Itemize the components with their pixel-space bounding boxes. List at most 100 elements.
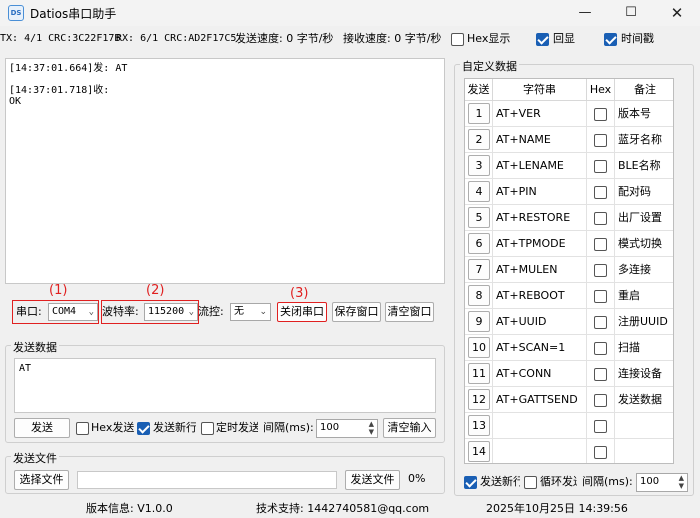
note-cell[interactable]: 重启 (615, 283, 673, 309)
table-row: 3 AT+LENAME BLE名称 (465, 153, 673, 179)
flow-select[interactable]: 无 ⌄ (230, 303, 271, 321)
note-cell[interactable] (615, 413, 673, 439)
minimize-icon[interactable]: — (562, 0, 608, 26)
table-row: 8 AT+REBOOT 重启 (465, 283, 673, 309)
custom-newline-checkbox[interactable] (464, 475, 477, 489)
row-send-button[interactable]: 10 (468, 337, 490, 358)
note-cell[interactable]: 配对码 (615, 179, 673, 205)
custom-interval-label: 间隔(ms): (582, 475, 633, 488)
row-hex-checkbox[interactable] (594, 211, 607, 225)
send-cell: 8 (465, 283, 493, 309)
command-cell[interactable]: AT+CONN (493, 361, 587, 387)
command-cell[interactable]: AT+MULEN (493, 257, 587, 283)
row-hex-checkbox[interactable] (594, 159, 607, 173)
row-send-button[interactable]: 6 (468, 233, 490, 254)
save-window-button[interactable]: 保存窗口 (332, 302, 381, 322)
echo-checkbox[interactable] (536, 32, 549, 46)
command-cell[interactable]: AT+PIN (493, 179, 587, 205)
send-newline-checkbox[interactable] (137, 421, 150, 435)
hex-display-checkbox[interactable] (451, 32, 464, 46)
note-cell[interactable]: 注册UUID (615, 309, 673, 335)
row-send-button[interactable]: 13 (468, 415, 490, 436)
maximize-icon[interactable]: ☐ (608, 0, 654, 26)
table-row: 5 AT+RESTORE 出厂设置 (465, 205, 673, 231)
note-cell[interactable]: 蓝牙名称 (615, 127, 673, 153)
custom-newline-label: 发送新行 (480, 475, 520, 488)
note-cell[interactable]: 版本号 (615, 101, 673, 127)
port-select[interactable]: COM4 ⌄ (48, 303, 98, 321)
note-cell[interactable] (615, 439, 673, 463)
send-file-button[interactable]: 发送文件 (345, 470, 400, 490)
command-cell[interactable] (493, 413, 587, 439)
row-send-button[interactable]: 14 (468, 441, 490, 462)
row-send-button[interactable]: 8 (468, 285, 490, 306)
row-hex-checkbox[interactable] (594, 185, 607, 199)
table-row: 4 AT+PIN 配对码 (465, 179, 673, 205)
clear-input-button[interactable]: 清空输入 (383, 418, 436, 438)
command-cell[interactable]: AT+TPMODE (493, 231, 587, 257)
command-cell[interactable]: AT+RESTORE (493, 205, 587, 231)
row-send-button[interactable]: 2 (468, 129, 490, 150)
row-hex-checkbox[interactable] (594, 107, 607, 121)
note-cell[interactable]: 发送数据 (615, 387, 673, 413)
header-string: 字符串 (493, 79, 587, 101)
send-cell: 7 (465, 257, 493, 283)
command-cell[interactable]: AT+GATTSEND (493, 387, 587, 413)
send-cell: 14 (465, 439, 493, 463)
loop-send-label: 循环发送 (540, 475, 577, 488)
clear-window-button[interactable]: 清空窗口 (385, 302, 434, 322)
receive-textarea[interactable]: [14:37:01.664]发: AT [14:37:01.718]收: OK (5, 58, 445, 284)
row-hex-checkbox[interactable] (594, 393, 607, 407)
row-hex-checkbox[interactable] (594, 133, 607, 147)
command-cell[interactable]: AT+NAME (493, 127, 587, 153)
timed-send-checkbox[interactable] (201, 421, 214, 435)
row-hex-checkbox[interactable] (594, 445, 607, 459)
note-cell[interactable]: 多连接 (615, 257, 673, 283)
custom-interval-input[interactable]: 100 ▲ ▼ (636, 473, 688, 492)
command-cell[interactable]: AT+VER (493, 101, 587, 127)
hex-cell (587, 361, 615, 387)
row-hex-checkbox[interactable] (594, 289, 607, 303)
command-cell[interactable] (493, 439, 587, 463)
command-cell[interactable]: AT+SCAN=1 (493, 335, 587, 361)
hex-send-checkbox[interactable] (76, 421, 89, 435)
close-icon[interactable]: ✕ (654, 0, 700, 26)
status-tx: TX: 4/1 CRC:3C22F17B (0, 33, 121, 44)
file-path-input[interactable] (77, 471, 337, 489)
row-hex-checkbox[interactable] (594, 315, 607, 329)
command-cell[interactable]: AT+LENAME (493, 153, 587, 179)
row-hex-checkbox[interactable] (594, 263, 607, 277)
note-cell[interactable]: 扫描 (615, 335, 673, 361)
row-send-button[interactable]: 5 (468, 207, 490, 228)
row-send-button[interactable]: 11 (468, 363, 490, 384)
row-send-button[interactable]: 9 (468, 311, 490, 332)
note-cell[interactable]: BLE名称 (615, 153, 673, 179)
interval-input[interactable]: 100 ▲ ▼ (316, 419, 378, 438)
row-hex-checkbox[interactable] (594, 341, 607, 355)
send-textarea[interactable]: AT (14, 358, 436, 413)
row-send-button[interactable]: 1 (468, 103, 490, 124)
table-row: 6 AT+TPMODE 模式切换 (465, 231, 673, 257)
send-button[interactable]: 发送 (14, 418, 70, 438)
note-cell[interactable]: 出厂设置 (615, 205, 673, 231)
close-port-button[interactable]: 关闭串口 (277, 302, 327, 322)
timestamp-checkbox[interactable] (604, 32, 617, 46)
row-hex-checkbox[interactable] (594, 367, 607, 381)
loop-send-checkbox[interactable] (524, 475, 537, 489)
row-send-button[interactable]: 4 (468, 181, 490, 202)
command-cell[interactable]: AT+UUID (493, 309, 587, 335)
table-scrollbar[interactable] (686, 78, 694, 464)
row-send-button[interactable]: 3 (468, 155, 490, 176)
row-hex-checkbox[interactable] (594, 237, 607, 251)
choose-file-button[interactable]: 选择文件 (14, 470, 69, 490)
row-hex-checkbox[interactable] (594, 419, 607, 433)
hex-cell (587, 153, 615, 179)
baud-select[interactable]: 115200 ⌄ (144, 303, 198, 321)
hex-cell (587, 439, 615, 463)
row-send-button[interactable]: 7 (468, 259, 490, 280)
note-cell[interactable]: 模式切换 (615, 231, 673, 257)
note-cell[interactable]: 连接设备 (615, 361, 673, 387)
command-cell[interactable]: AT+REBOOT (493, 283, 587, 309)
send-cell: 3 (465, 153, 493, 179)
row-send-button[interactable]: 12 (468, 389, 490, 410)
